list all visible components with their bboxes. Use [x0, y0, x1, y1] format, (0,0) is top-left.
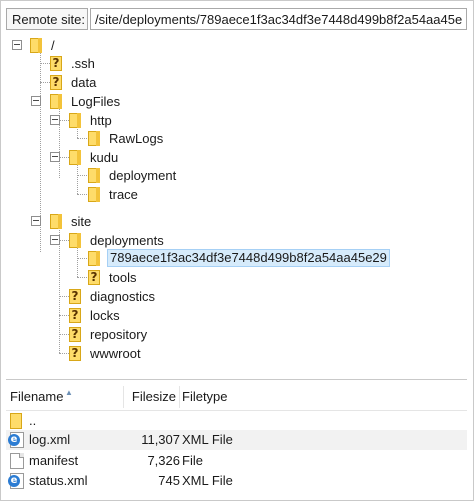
- tree-connector: [59, 157, 69, 158]
- sort-ascending-icon: ▲: [65, 388, 73, 397]
- tree-node-deployment-id[interactable]: 789aece1f3ac34df3e7448d499b8f2a54aa45e29: [88, 249, 390, 267]
- tree-connector: [77, 246, 78, 277]
- tree-node-data[interactable]: ? data: [50, 73, 98, 91]
- remote-site-bar: Remote site:: [6, 8, 467, 32]
- tree-node-deployments[interactable]: deployments: [69, 231, 166, 249]
- folder-icon: [50, 93, 62, 109]
- file-row-status-xml[interactable]: status.xml 745 XML File: [6, 471, 467, 491]
- tree-connector: [40, 63, 50, 64]
- collapse-toggle-http[interactable]: [50, 115, 60, 125]
- unknown-folder-icon: ?: [69, 307, 81, 323]
- remote-file-list: ▲ Filename Filesize Filetype .. log.xml …: [6, 384, 467, 496]
- file-icon: [10, 453, 24, 469]
- tree-node-root[interactable]: /: [30, 36, 57, 54]
- tree-node-diagnostics[interactable]: ? diagnostics: [69, 287, 157, 305]
- tree-connector: [59, 120, 69, 121]
- unknown-folder-icon: ?: [69, 326, 81, 342]
- remote-directory-tree: / ? .ssh ? data LogFiles http RawLogs ku…: [6, 34, 467, 374]
- tree-node-kudu[interactable]: kudu: [69, 148, 120, 166]
- xml-file-icon: [8, 473, 24, 489]
- tree-node-deployment[interactable]: deployment: [88, 166, 178, 184]
- unknown-folder-icon: ?: [69, 345, 81, 361]
- folder-icon: [88, 167, 100, 183]
- collapse-toggle-site[interactable]: [31, 216, 41, 226]
- unknown-folder-icon: ?: [88, 269, 100, 285]
- remote-site-path-input[interactable]: [90, 8, 467, 30]
- tree-node-repository[interactable]: ? repository: [69, 325, 149, 343]
- file-row-manifest[interactable]: manifest 7,326 File: [6, 451, 467, 471]
- folder-icon: [88, 186, 100, 202]
- xml-file-icon: [8, 432, 24, 448]
- panel-splitter[interactable]: [6, 379, 467, 380]
- collapse-toggle-logfiles[interactable]: [31, 96, 41, 106]
- tree-connector: [77, 163, 78, 194]
- tree-node-http[interactable]: http: [69, 111, 114, 129]
- tree-connector: [59, 353, 69, 354]
- tree-connector: [59, 240, 69, 241]
- tree-node-tools[interactable]: ? tools: [88, 268, 138, 286]
- folder-icon: [30, 37, 42, 53]
- tree-node-trace[interactable]: trace: [88, 185, 140, 203]
- column-header-filetype[interactable]: Filetype: [182, 384, 282, 410]
- tree-connector: [40, 82, 50, 83]
- unknown-folder-icon: ?: [50, 74, 62, 90]
- remote-site-label: Remote site:: [6, 8, 88, 30]
- tree-connector: [59, 315, 69, 316]
- folder-icon: [69, 112, 81, 128]
- column-header-filesize[interactable]: Filesize: [124, 384, 176, 410]
- file-row-log-xml[interactable]: log.xml 11,307 XML File: [6, 430, 467, 450]
- column-header-filename[interactable]: ▲ Filename: [10, 384, 120, 410]
- unknown-folder-icon: ?: [50, 55, 62, 71]
- unknown-folder-icon: ?: [69, 288, 81, 304]
- folder-icon: [88, 250, 100, 266]
- folder-icon: [50, 213, 62, 229]
- file-row-parent[interactable]: ..: [6, 411, 467, 431]
- folder-icon: [69, 232, 81, 248]
- collapse-toggle-kudu[interactable]: [50, 152, 60, 162]
- tree-connector: [59, 334, 69, 335]
- tree-node-site[interactable]: site: [50, 212, 93, 230]
- tree-node-logfiles[interactable]: LogFiles: [50, 92, 122, 110]
- tree-node-ssh[interactable]: ? .ssh: [50, 54, 97, 72]
- tree-connector: [59, 296, 69, 297]
- collapse-toggle-root[interactable]: [12, 40, 22, 50]
- tree-node-wwwroot[interactable]: ? wwwroot: [69, 344, 143, 362]
- file-list-header: ▲ Filename Filesize Filetype: [6, 384, 467, 411]
- folder-icon: [69, 149, 81, 165]
- collapse-toggle-deployments[interactable]: [50, 235, 60, 245]
- tree-node-rawlogs[interactable]: RawLogs: [88, 129, 165, 147]
- tree-node-locks[interactable]: ? locks: [69, 306, 122, 324]
- column-separator[interactable]: [179, 386, 180, 408]
- folder-icon: [10, 413, 22, 429]
- folder-icon: [88, 130, 100, 146]
